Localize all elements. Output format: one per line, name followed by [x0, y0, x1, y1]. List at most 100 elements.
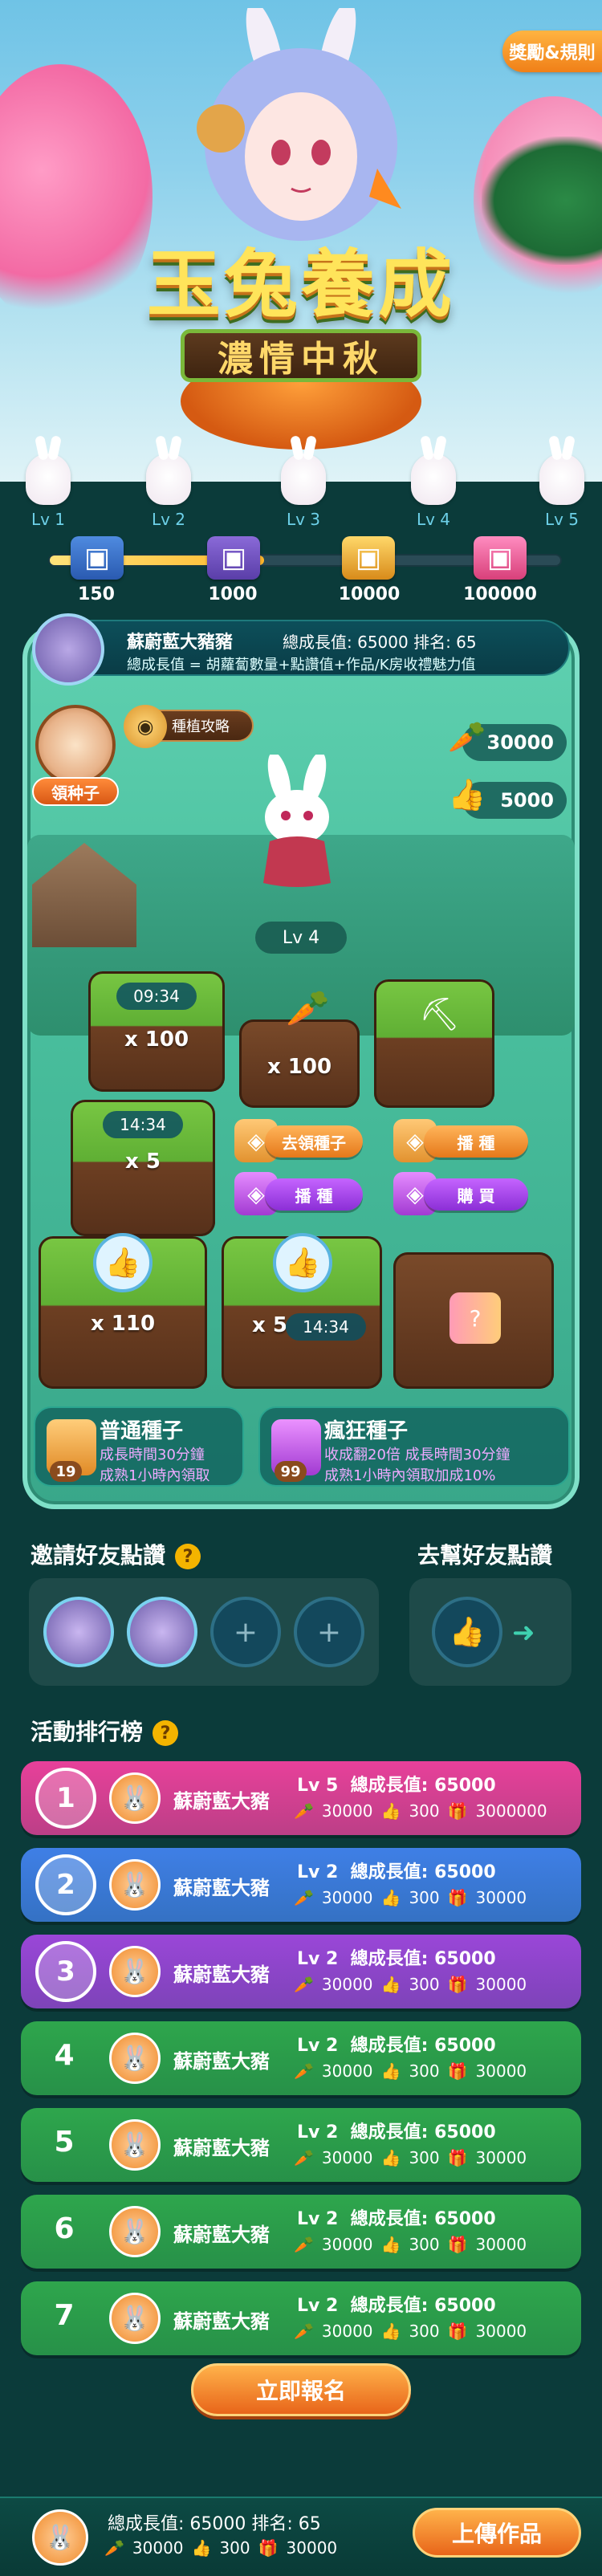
avatar[interactable]: 🐰: [109, 1859, 161, 1911]
ranking-row[interactable]: 7 🐰 蘇蔚藍大豬 Lv 2 總成長值: 65000 🥕 30000 👍 300 🎁 30000: [21, 2281, 581, 2355]
rank-growth: 總成長值: 65000: [350, 1862, 496, 1882]
help-icon[interactable]: ?: [175, 1544, 201, 1569]
plot-multiplier: x 100: [124, 1028, 189, 1052]
help-icon[interactable]: ?: [153, 1720, 179, 1746]
mystery-seed-bag-icon: ?: [449, 1292, 501, 1344]
rabbit-pet[interactable]: [241, 755, 353, 891]
normal-seed-card[interactable]: 19 普通種子 成長時間30分鐘 成熟1小時內領取: [34, 1406, 244, 1487]
ranking-row[interactable]: 4 🐰 蘇蔚藍大豬 Lv 2 總成長值: 65000 🥕 30000 👍 300 🎁 30000: [21, 2021, 581, 2095]
rank-level: Lv 2: [297, 2209, 339, 2229]
farm-plot[interactable]: 👍 x 110: [39, 1233, 207, 1389]
like-value: 5000: [500, 789, 554, 812]
sow-button[interactable]: 播 種: [424, 1125, 528, 1158]
signup-button[interactable]: 立即報名: [191, 2363, 411, 2416]
ranking-row[interactable]: 5 🐰 蘇蔚藍大豬 Lv 2 總成長值: 65000 🥕 30000 👍 300 🎁 30000: [21, 2108, 581, 2182]
growth-formula: 總成長值 = 胡蘿蔔數量+點讚值+作品/K房收禮魅力值: [127, 657, 476, 674]
thumbs-up-icon: 👍: [380, 1801, 401, 1821]
rank-counts: 🥕 30000 👍 300 🎁 30000: [294, 2322, 527, 2341]
chest-purple-icon[interactable]: ▣: [207, 536, 260, 580]
thumbs-up-icon: 👍: [432, 1597, 502, 1667]
gift-icon: 🎁: [447, 2148, 468, 2167]
carrot-value: 30000: [321, 2322, 373, 2341]
seed-desc: 成熟1小時內領取: [100, 1467, 210, 1484]
carrot-icon: 🥕: [294, 2235, 314, 2254]
like-hand-icon[interactable]: 👍: [273, 1233, 332, 1292]
level-item: Lv 3: [271, 454, 336, 529]
milestone-value: 10000: [338, 584, 401, 604]
rank-level: Lv 2: [297, 2036, 339, 2056]
page-subtitle: 濃情中秋: [181, 329, 421, 382]
ranking-row[interactable]: 2 🐰 蘇蔚藍大豬 Lv 2 總成長值: 65000 🥕 30000 👍 300 🎁 30000: [21, 1848, 581, 1922]
friend-avatar[interactable]: [43, 1597, 114, 1667]
carrot-icon: 🥕: [294, 1975, 314, 1994]
upload-work-button[interactable]: 上傳作品: [413, 2508, 581, 2558]
farm-plot[interactable]: x 100 🥕: [239, 988, 360, 1108]
rank-user-name: 蘇蔚藍大豬: [173, 1790, 270, 1813]
add-friend-icon[interactable]: +: [294, 1597, 364, 1667]
add-friend-icon[interactable]: +: [210, 1597, 281, 1667]
rabbit-level-icon: [539, 454, 584, 505]
rabbit-level-icon: [411, 454, 456, 505]
carrot-icon: 🥕: [294, 2148, 314, 2167]
rank-level-growth: Lv 2 總成長值: 65000: [297, 1944, 496, 1970]
avatar[interactable]: 🐰: [109, 2033, 161, 2084]
rank-user-name: 蘇蔚藍大豬: [173, 2050, 270, 2073]
seed-desc: 收成翻20倍 成長時間30分鐘: [324, 1447, 510, 1463]
rank-user-name: 蘇蔚藍大豬: [173, 1964, 270, 1986]
farm-plot[interactable]: 09:34 x 100: [88, 971, 225, 1092]
rank-level: Lv 5: [297, 1776, 339, 1796]
avatar[interactable]: 🐰: [109, 1946, 161, 1997]
avatar[interactable]: 🐰: [32, 2509, 88, 2566]
gift-icon: 🎁: [447, 2061, 468, 2081]
friend-avatar[interactable]: [127, 1597, 197, 1667]
gift-icon: 🎁: [447, 2322, 468, 2341]
chest-blue-icon[interactable]: ▣: [71, 536, 124, 580]
level-row: Lv 1 Lv 2 Lv 3 Lv 4 Lv 5: [0, 454, 602, 542]
crazy-seed-card[interactable]: 99 瘋狂種子 收成翻20倍 成長時間30分鐘 成熟1小時內領取加成10%: [258, 1406, 570, 1487]
user-stats: 總成長值: 65000 排名: 65: [283, 633, 477, 652]
arrow-right-icon: ➜: [512, 1617, 535, 1649]
awards-rules-button[interactable]: 獎勵&規則: [502, 31, 602, 72]
like-hand-icon[interactable]: 👍: [93, 1233, 153, 1292]
gift-icon: 🎁: [258, 2538, 279, 2558]
avatar[interactable]: [32, 613, 104, 686]
avatar[interactable]: 🐰: [109, 2206, 161, 2257]
like-count: 👍 5000: [448, 777, 567, 819]
farm-plot[interactable]: ⛏: [374, 979, 494, 1108]
thumbs-up-icon: 👍: [380, 2148, 401, 2167]
get-seed-button[interactable]: 領种子: [32, 777, 119, 806]
rank-number: 6: [54, 2212, 75, 2245]
chest-pink-icon[interactable]: ▣: [474, 536, 527, 580]
avatar[interactable]: 🐰: [109, 2293, 161, 2344]
chest-gold-icon[interactable]: ▣: [342, 536, 395, 580]
invite-title-text: 邀請好友點讚: [31, 1542, 166, 1569]
farm-plot[interactable]: 14:34 x 5: [71, 1100, 215, 1236]
rank-counts: 🥕 30000 👍 300 🎁 30000: [294, 1888, 527, 1907]
thumbs-up-icon: 👍: [380, 1975, 401, 1994]
buy-button[interactable]: 購 買: [424, 1178, 528, 1211]
ranking-row[interactable]: 6 🐰 蘇蔚藍大豬 Lv 2 總成長值: 65000 🥕 30000 👍 300 🎁 30000: [21, 2195, 581, 2269]
plot-multiplier: x 5: [125, 1150, 161, 1174]
farm-plot[interactable]: ?: [393, 1252, 554, 1389]
farm-plot[interactable]: 👍 x 5 14:34: [222, 1233, 382, 1389]
hero-banner: 獎勵&規則 玉兔養成 濃情中秋: [0, 0, 602, 482]
ranking-row[interactable]: 3 🐰 蘇蔚藍大豬 Lv 2 總成長值: 65000 🥕 30000 👍 300 🎁 30000: [21, 1935, 581, 2008]
rank-medal-icon: 3: [35, 1941, 96, 2002]
help-friend-box[interactable]: 👍 ➜: [409, 1578, 571, 1686]
ranking-row[interactable]: 1 🐰 蘇蔚藍大豬 Lv 5 總成長值: 65000 🥕 30000 👍 300 🎁 300000…: [21, 1761, 581, 1835]
rabbit-girl-illustration: [197, 8, 401, 241]
page-title: 玉兔養成: [146, 241, 455, 328]
avatar[interactable]: 🐰: [109, 2119, 161, 2171]
avatar[interactable]: 🐰: [109, 1772, 161, 1824]
planting-guide-button[interactable]: ◉ 種植攻略: [124, 705, 254, 748]
bottom-stats: 總成長值: 65000 排名: 65: [108, 2514, 321, 2534]
rank-level: Lv 2: [297, 1862, 339, 1882]
seed-count: 99: [275, 1461, 307, 1482]
go-get-seed-button[interactable]: 去領種子: [265, 1125, 363, 1158]
rank-counts: 🥕 30000 👍 300 🎁 30000: [294, 2235, 527, 2254]
carrot-value: 30000: [321, 2061, 373, 2081]
seed-pack-icon[interactable]: [35, 705, 116, 785]
carrot-value: 30000: [486, 731, 555, 754]
sow-button[interactable]: 播 種: [265, 1178, 363, 1211]
guide-label: 種植攻略: [172, 718, 230, 735]
